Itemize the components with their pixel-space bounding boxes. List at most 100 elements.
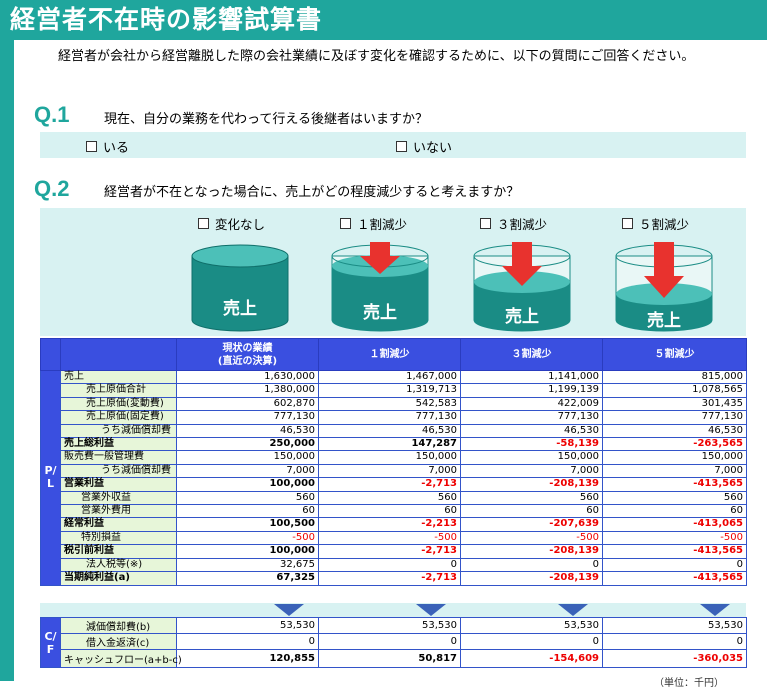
value-cell[interactable]: -413,565 xyxy=(602,544,747,559)
value-cell[interactable]: 46,530 xyxy=(318,423,461,439)
value-cell[interactable]: 0 xyxy=(176,633,319,650)
value-cell[interactable]: 1,078,565 xyxy=(602,383,747,398)
value-cell[interactable]: -500 xyxy=(318,530,461,546)
value-cell[interactable]: -2,713 xyxy=(318,544,461,559)
checkbox-icon[interactable] xyxy=(340,218,351,229)
value-cell[interactable]: 120,855 xyxy=(176,649,319,668)
value-cell[interactable]: 60 xyxy=(176,504,319,519)
value-cell[interactable]: 777,130 xyxy=(318,410,461,425)
value-cell[interactable]: 100,000 xyxy=(176,544,319,559)
value-cell[interactable]: 422,009 xyxy=(460,396,603,412)
table-row: 売上原価(変動費) 602,870 542,583 422,009 301,435 xyxy=(41,396,747,412)
value-cell[interactable]: 150,000 xyxy=(602,450,747,465)
value-cell[interactable]: 100,000 xyxy=(176,477,319,492)
value-cell[interactable]: -208,139 xyxy=(460,544,603,559)
table-row: キャッシュフロー(a+b-c) 120,855 50,817 -154,609 -360… xyxy=(41,649,747,668)
value-cell[interactable]: -500 xyxy=(176,530,319,546)
q2-label: Q.2 xyxy=(34,176,70,201)
value-cell[interactable]: 1,467,000 xyxy=(318,369,461,385)
value-cell[interactable]: 53,530 xyxy=(460,617,603,634)
table-row: C/F 減価償却費(b) 53,530 53,530 53,530 53,530 xyxy=(40,617,747,668)
value-cell[interactable]: 46,530 xyxy=(602,423,747,439)
checkbox-icon[interactable] xyxy=(198,218,209,229)
value-cell[interactable]: 53,530 xyxy=(602,617,747,634)
value-cell[interactable]: 777,130 xyxy=(176,410,319,425)
checkbox-icon[interactable] xyxy=(86,141,97,152)
value-cell[interactable]: 542,583 xyxy=(318,396,461,412)
value-cell[interactable]: 560 xyxy=(176,490,319,506)
value-cell[interactable]: -360,035 xyxy=(602,649,747,668)
value-cell[interactable]: 560 xyxy=(318,490,461,506)
value-cell[interactable]: -58,139 xyxy=(460,437,603,452)
value-cell[interactable]: 560 xyxy=(602,490,747,506)
q2-option-no-change[interactable]: 変化なし xyxy=(198,214,265,233)
value-cell[interactable]: -413,565 xyxy=(602,477,747,492)
value-cell[interactable]: -263,565 xyxy=(602,437,747,452)
header-current-label: 現状の業績 (直近の決算) xyxy=(217,342,278,367)
value-cell[interactable]: 32,675 xyxy=(176,557,319,573)
value-cell[interactable]: 0 xyxy=(602,557,747,573)
value-cell[interactable]: 46,530 xyxy=(176,423,319,439)
value-cell[interactable]: 150,000 xyxy=(318,450,461,465)
value-cell[interactable]: 60 xyxy=(460,504,603,519)
value-cell[interactable]: 0 xyxy=(318,557,461,573)
value-cell[interactable]: 777,130 xyxy=(460,410,603,425)
value-cell[interactable]: -500 xyxy=(460,530,603,546)
q1-option-no[interactable]: いない xyxy=(396,137,452,156)
value-cell[interactable]: 250,000 xyxy=(176,437,319,452)
value-cell[interactable]: 0 xyxy=(460,633,603,650)
value-cell[interactable]: 7,000 xyxy=(602,463,747,479)
value-cell[interactable]: -154,609 xyxy=(460,649,603,668)
value-cell[interactable]: 7,000 xyxy=(460,463,603,479)
content-panel: 経営者が会社から経営離脱した際の会社業績に及ぼす変化を確認するために、以下の質問… xyxy=(14,40,767,689)
value-cell[interactable]: -208,139 xyxy=(460,571,603,586)
q1-option-yes[interactable]: いる xyxy=(86,137,129,156)
checkbox-icon[interactable] xyxy=(622,218,633,229)
value-cell[interactable]: 0 xyxy=(460,557,603,573)
value-cell[interactable]: 7,000 xyxy=(176,463,319,479)
value-cell[interactable]: 1,199,139 xyxy=(460,383,603,398)
value-cell[interactable]: 815,000 xyxy=(602,369,747,385)
value-cell[interactable]: -208,139 xyxy=(460,477,603,492)
value-cell[interactable]: 560 xyxy=(460,490,603,506)
value-cell[interactable]: 0 xyxy=(602,633,747,650)
value-cell[interactable]: 1,630,000 xyxy=(176,369,319,385)
q2-option-10pct[interactable]: １割減少 xyxy=(340,214,407,233)
value-cell[interactable]: 301,435 xyxy=(602,396,747,412)
value-cell[interactable]: 147,287 xyxy=(318,437,461,452)
checkbox-icon[interactable] xyxy=(480,218,491,229)
value-cell[interactable]: 1,319,713 xyxy=(318,383,461,398)
q1-options: いる いない xyxy=(40,132,746,158)
value-cell[interactable]: -2,213 xyxy=(318,517,461,532)
value-cell[interactable]: -2,713 xyxy=(318,477,461,492)
value-cell[interactable]: 53,530 xyxy=(176,617,319,634)
q2-option-50pct[interactable]: ５割減少 xyxy=(622,214,689,233)
value-cell[interactable]: -413,065 xyxy=(602,517,747,532)
row-label: 特別損益 xyxy=(60,530,177,546)
cf-side-label: C/F xyxy=(40,617,61,668)
value-cell[interactable]: 100,500 xyxy=(176,517,319,532)
checkbox-icon[interactable] xyxy=(396,141,407,152)
value-cell[interactable]: -2,713 xyxy=(318,571,461,586)
q2-option-30pct[interactable]: ３割減少 xyxy=(480,214,547,233)
value-cell[interactable]: 0 xyxy=(318,633,461,650)
value-cell[interactable]: 50,817 xyxy=(318,649,461,668)
value-cell[interactable]: 777,130 xyxy=(602,410,747,425)
row-label: 減価償却費(b) xyxy=(60,617,177,634)
value-cell[interactable]: 602,870 xyxy=(176,396,319,412)
value-cell[interactable]: 67,325 xyxy=(176,571,319,586)
header-10pct-label: １割減少 xyxy=(369,349,410,360)
value-cell[interactable]: -500 xyxy=(602,530,747,546)
value-cell[interactable]: 60 xyxy=(602,504,747,519)
value-cell[interactable]: -413,565 xyxy=(602,571,747,586)
value-cell[interactable]: 1,141,000 xyxy=(460,369,603,385)
value-cell[interactable]: 53,530 xyxy=(318,617,461,634)
value-cell[interactable]: 60 xyxy=(318,504,461,519)
value-cell[interactable]: 46,530 xyxy=(460,423,603,439)
value-cell[interactable]: 150,000 xyxy=(176,450,319,465)
value-cell[interactable]: 150,000 xyxy=(460,450,603,465)
value-cell[interactable]: -207,639 xyxy=(460,517,603,532)
value-cell[interactable]: 7,000 xyxy=(318,463,461,479)
value-cell[interactable]: 1,380,000 xyxy=(176,383,319,398)
row-label: 売上原価(変動費) xyxy=(60,396,177,412)
